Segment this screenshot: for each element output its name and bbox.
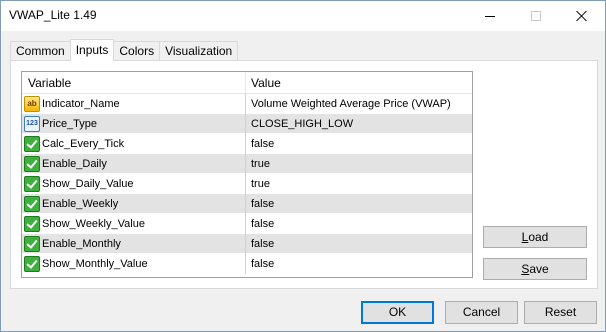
table-row[interactable]: Show_Daily_Value true <box>22 174 472 194</box>
variable-cell[interactable]: Show_Daily_Value <box>22 174 246 194</box>
table-row[interactable]: Enable_Monthly false <box>22 234 472 254</box>
ok-button[interactable]: OK <box>361 301 434 324</box>
variable-cell[interactable]: Show_Monthly_Value <box>22 254 246 274</box>
close-button[interactable] <box>559 1 605 31</box>
value-cell[interactable]: true <box>246 174 472 194</box>
tab-strip: Common Inputs Colors Visualization <box>10 39 239 61</box>
table-row[interactable]: Enable_Daily true <box>22 154 472 174</box>
variable-name: Enable_Daily <box>42 158 107 170</box>
value-cell[interactable]: CLOSE_HIGH_LOW <box>246 114 472 134</box>
value-cell[interactable]: false <box>246 214 472 234</box>
variable-cell[interactable]: Enable_Monthly <box>22 234 246 254</box>
boolean-icon <box>24 236 40 252</box>
variable-cell[interactable]: ab Indicator_Name <box>22 94 246 114</box>
value-cell[interactable]: false <box>246 134 472 154</box>
load-button[interactable]: Load <box>483 226 587 248</box>
save-button-label: ave <box>529 262 549 276</box>
variable-cell[interactable]: Calc_Every_Tick <box>22 134 246 154</box>
boolean-icon <box>24 156 40 172</box>
boolean-icon <box>24 196 40 212</box>
grid-header: Variable Value <box>22 72 472 94</box>
table-row[interactable]: 123 Price_Type CLOSE_HIGH_LOW <box>22 114 472 134</box>
reset-button[interactable]: Reset <box>524 301 597 324</box>
save-button[interactable]: Save <box>483 258 587 280</box>
title-bar: VWAP_Lite 1.49 <box>1 1 605 31</box>
maximize-button[interactable] <box>513 1 559 31</box>
table-row[interactable]: Enable_Weekly false <box>22 194 472 214</box>
tab-visualization[interactable]: Visualization <box>159 41 239 61</box>
variable-name: Price_Type <box>42 118 98 130</box>
variable-cell[interactable]: 123 Price_Type <box>22 114 246 134</box>
variable-cell[interactable]: Enable_Daily <box>22 154 246 174</box>
table-row[interactable]: ab Indicator_Name Volume Weighted Average … <box>22 94 472 114</box>
string-icon: ab <box>24 96 40 112</box>
boolean-icon <box>24 256 40 272</box>
minimize-icon <box>485 15 495 17</box>
window-title: VWAP_Lite 1.49 <box>9 8 97 22</box>
dialog-window: VWAP_Lite 1.49 Common Inputs Colors Visu… <box>0 0 606 332</box>
grid-body: ab Indicator_Name Volume Weighted Average … <box>22 94 472 274</box>
variable-name: Show_Daily_Value <box>42 178 134 190</box>
tab-colors[interactable]: Colors <box>113 41 161 61</box>
variable-name: Enable_Monthly <box>42 238 121 250</box>
value-cell[interactable]: false <box>246 194 472 214</box>
load-button-label: oad <box>528 230 549 244</box>
variable-name: Calc_Every_Tick <box>42 138 125 150</box>
value-cell[interactable]: Volume Weighted Average Price (VWAP) <box>246 94 472 114</box>
value-cell[interactable]: false <box>246 234 472 254</box>
variable-name: Enable_Weekly <box>42 198 119 210</box>
inputs-panel: Variable Value ab Indicator_Name Volume We… <box>10 60 598 289</box>
table-row[interactable]: Show_Weekly_Value false <box>22 214 472 234</box>
variable-name: Indicator_Name <box>42 98 120 110</box>
value-cell[interactable]: false <box>246 254 472 274</box>
column-header-variable[interactable]: Variable <box>22 72 246 94</box>
boolean-icon <box>24 216 40 232</box>
value-cell[interactable]: true <box>246 154 472 174</box>
boolean-icon <box>24 136 40 152</box>
boolean-icon <box>24 176 40 192</box>
table-row[interactable]: Show_Monthly_Value false <box>22 254 472 274</box>
cancel-button[interactable]: Cancel <box>445 301 518 324</box>
variable-name: Show_Weekly_Value <box>42 218 145 230</box>
column-header-value[interactable]: Value <box>246 72 472 94</box>
variable-cell[interactable]: Show_Weekly_Value <box>22 214 246 234</box>
enum-icon: 123 <box>24 116 40 132</box>
variable-cell[interactable]: Enable_Weekly <box>22 194 246 214</box>
tab-inputs[interactable]: Inputs <box>69 39 115 61</box>
minimize-button[interactable] <box>467 1 513 31</box>
tab-common[interactable]: Common <box>10 41 71 61</box>
table-row[interactable]: Calc_Every_Tick false <box>22 134 472 154</box>
maximize-icon <box>531 11 541 21</box>
close-icon <box>576 10 588 22</box>
variable-name: Show_Monthly_Value <box>42 258 148 270</box>
inputs-grid: Variable Value ab Indicator_Name Volume We… <box>21 71 473 278</box>
